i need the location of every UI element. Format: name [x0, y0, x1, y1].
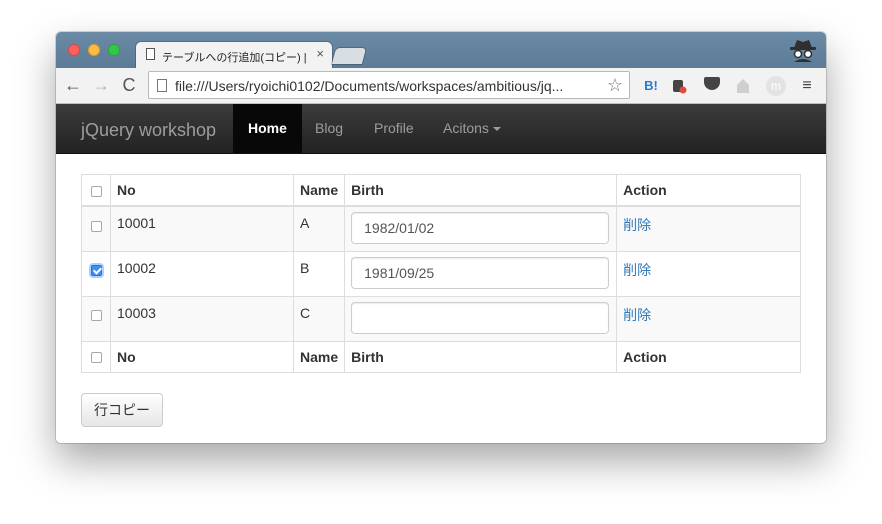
- row-checkbox[interactable]: [90, 220, 102, 232]
- cell-no: 10003: [110, 295, 294, 342]
- data-table: No Name Birth Action 10001 A 削除 10002: [81, 174, 801, 373]
- cell-name: B: [292, 250, 346, 297]
- nav-item-home[interactable]: Home: [233, 104, 302, 153]
- site-navbar: jQuery workshop Home Blog Profile Aciton…: [56, 104, 826, 154]
- minimize-window-button[interactable]: [88, 44, 100, 56]
- new-tab-button[interactable]: [331, 48, 367, 64]
- file-icon: [157, 79, 167, 92]
- house-icon[interactable]: [734, 76, 752, 96]
- cell-birth: [344, 295, 618, 342]
- cell-name: A: [292, 205, 346, 252]
- birth-input[interactable]: [351, 301, 610, 334]
- back-button[interactable]: ←: [62, 74, 84, 96]
- browser-toolbar: ← → C file:///Users/ryoichi0102/Document…: [56, 68, 826, 104]
- cell-birth: [344, 205, 618, 252]
- row-checkbox[interactable]: [90, 265, 102, 277]
- title-bar: テーブルへの行追加(コピー) | ... ×: [56, 32, 826, 68]
- table-row: 10003 C 削除: [81, 295, 801, 342]
- header-no: No: [110, 174, 294, 207]
- pocket-icon[interactable]: [702, 76, 722, 96]
- footer-checkbox[interactable]: [90, 352, 102, 364]
- nav-item-profile[interactable]: Profile: [359, 104, 429, 153]
- nav-item-actions-label: Acitons: [443, 120, 489, 136]
- incognito-icon: [790, 40, 816, 62]
- header-checkbox-cell: [81, 174, 111, 207]
- cell-action: 削除: [616, 250, 801, 297]
- document-icon: [146, 48, 155, 60]
- tab-close-icon[interactable]: ×: [316, 47, 324, 61]
- browser-tab-active[interactable]: テーブルへの行追加(コピー) | ... ×: [136, 42, 332, 68]
- header-action: Action: [616, 174, 801, 207]
- select-all-checkbox[interactable]: [90, 185, 102, 197]
- cell-no: 10002: [110, 250, 294, 297]
- m-extension-icon[interactable]: m: [766, 76, 786, 96]
- row-checkbox-cell: [81, 295, 111, 342]
- page-content: No Name Birth Action 10001 A 削除 10002: [56, 154, 826, 443]
- maximize-window-button[interactable]: [108, 44, 120, 56]
- cell-action: 削除: [616, 205, 801, 252]
- bookmark-star-icon[interactable]: ☆: [607, 75, 623, 96]
- header-name: Name: [292, 174, 346, 207]
- table-footer-row: No Name Birth Action: [81, 340, 801, 373]
- menu-icon[interactable]: ≡: [798, 76, 816, 96]
- footer-no: No: [110, 340, 294, 373]
- reload-button[interactable]: C: [118, 74, 140, 96]
- delete-link[interactable]: 削除: [623, 307, 651, 323]
- row-checkbox-cell: [81, 205, 111, 252]
- copy-row-button[interactable]: 行コピー: [81, 393, 163, 427]
- address-bar[interactable]: file:///Users/ryoichi0102/Documents/work…: [148, 71, 630, 99]
- cell-birth: [344, 250, 618, 297]
- url-text[interactable]: file:///Users/ryoichi0102/Documents/work…: [175, 78, 605, 94]
- cell-action: 削除: [616, 295, 801, 342]
- table-row: 10002 B 削除: [81, 250, 801, 297]
- close-window-button[interactable]: [68, 44, 80, 56]
- row-checkbox-cell: [81, 250, 111, 297]
- nav-item-blog[interactable]: Blog: [300, 104, 358, 153]
- footer-checkbox-cell: [81, 340, 111, 373]
- hatena-bookmark-icon[interactable]: B!: [642, 76, 660, 96]
- footer-action: Action: [616, 340, 801, 373]
- table-header-row: No Name Birth Action: [81, 174, 801, 207]
- footer-name: Name: [292, 340, 346, 373]
- delete-link[interactable]: 削除: [623, 217, 651, 233]
- table-row: 10001 A 削除: [81, 205, 801, 252]
- extension-icon[interactable]: [670, 76, 688, 96]
- birth-input[interactable]: [351, 212, 610, 244]
- header-birth: Birth: [344, 174, 618, 207]
- footer-birth: Birth: [344, 340, 618, 373]
- forward-button[interactable]: →: [90, 74, 112, 96]
- cell-no: 10001: [110, 205, 294, 252]
- birth-input[interactable]: [351, 256, 610, 289]
- caret-down-icon: [492, 127, 501, 132]
- tab-title: テーブルへの行追加(コピー) | ...: [162, 52, 310, 64]
- nav-item-actions-dropdown[interactable]: Acitons: [428, 104, 516, 153]
- cell-name: C: [292, 295, 346, 342]
- row-checkbox[interactable]: [90, 310, 102, 322]
- navbar-brand[interactable]: jQuery workshop: [81, 120, 216, 141]
- delete-link[interactable]: 削除: [623, 262, 651, 278]
- browser-window: テーブルへの行追加(コピー) | ... × ← → C file:///Use…: [56, 32, 826, 443]
